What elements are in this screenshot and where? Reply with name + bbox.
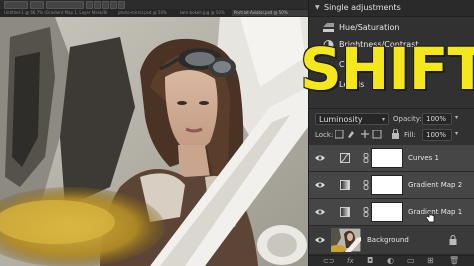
- layer-dropdown[interactable]: [30, 1, 44, 9]
- document-tabs: Untitled-1 @ 66.7% (Gradient Map 1, Laye…: [0, 9, 308, 17]
- layer-name[interactable]: Gradient Map 2: [408, 181, 462, 189]
- layer-row-gradient-map-2[interactable]: Gradient Map 2: [309, 172, 474, 199]
- show-transform-controls-option[interactable]: [46, 1, 84, 9]
- shift-overlay-text: SHIFT: [300, 35, 474, 103]
- new-layer-icon[interactable]: ⊞: [427, 256, 434, 265]
- eye-icon[interactable]: [315, 207, 325, 217]
- lock-transparent-icon[interactable]: [335, 130, 344, 139]
- document-canvas[interactable]: [0, 17, 308, 266]
- hand-cursor-icon: [426, 211, 435, 223]
- document-tab-active[interactable]: Portrait-Aviator.psd @ 50%: [232, 10, 308, 16]
- opacity-label: Opacity:: [393, 115, 422, 123]
- lock-all-icon[interactable]: [391, 129, 400, 139]
- chevron-down-icon: ▾: [381, 116, 385, 123]
- hue-saturation-icon: [323, 23, 334, 32]
- lock-image-icon[interactable]: [348, 131, 354, 138]
- gradient-map-icon: [340, 207, 350, 217]
- link-icon[interactable]: [363, 207, 369, 217]
- layer-name[interactable]: Background: [367, 236, 409, 244]
- link-layers-icon[interactable]: ⊂⊃: [323, 257, 335, 265]
- fill-label: Fill:: [404, 131, 416, 139]
- distribute-button[interactable]: [110, 1, 117, 9]
- lock-position-icon[interactable]: [361, 130, 369, 138]
- distribute-button[interactable]: [118, 1, 125, 9]
- link-icon[interactable]: [363, 180, 369, 190]
- lock-label: Lock:: [315, 131, 334, 139]
- fill-value: 100%: [426, 131, 447, 139]
- background-thumbnail[interactable]: [331, 228, 361, 252]
- opacity-value: 100%: [426, 115, 447, 123]
- document-tab[interactable]: Untitled-1 @ 66.7% (Gradient Map 1, Laye…: [2, 10, 114, 16]
- eye-icon[interactable]: [315, 235, 325, 245]
- link-icon[interactable]: [363, 153, 369, 163]
- layer-name[interactable]: Gradient Map 1: [408, 208, 462, 216]
- layer-mask-thumbnail[interactable]: [371, 202, 403, 222]
- fill-dropdown-icon[interactable]: ▾: [455, 130, 458, 137]
- layers-bottom-bar: ⊂⊃ fx ◘ ◐ ▭ ⊞ 🗑: [309, 255, 474, 266]
- lock-icon: [449, 235, 457, 245]
- layer-mask-thumbnail[interactable]: [371, 148, 403, 168]
- align-button[interactable]: [94, 1, 101, 9]
- options-bar: [0, 0, 308, 9]
- blend-mode-select[interactable]: Luminosity ▾: [315, 113, 389, 125]
- eye-icon[interactable]: [315, 180, 325, 190]
- opacity-field[interactable]: 100%: [422, 113, 452, 125]
- curves-adjustment-icon: [340, 153, 350, 163]
- layer-row-curves-1[interactable]: Curves 1: [309, 145, 474, 172]
- adjustment-label: Hue/Saturation: [339, 23, 400, 32]
- adjustments-header: ▼ Single adjustments: [309, 0, 474, 16]
- opacity-dropdown-icon[interactable]: ▾: [455, 114, 458, 121]
- align-button[interactable]: [86, 1, 93, 9]
- lock-artboard-icon[interactable]: [372, 130, 382, 139]
- gradient-map-icon: [340, 180, 350, 190]
- adjustments-title: Single adjustments: [324, 3, 401, 12]
- document-tab[interactable]: lwm-bokeh.jpg @ 50%: [178, 10, 230, 16]
- fill-field[interactable]: 100%: [422, 129, 452, 141]
- auto-select-option[interactable]: [4, 1, 28, 9]
- eye-icon[interactable]: [315, 153, 325, 163]
- blend-mode-value: Luminosity: [319, 115, 363, 124]
- layer-mask-thumbnail[interactable]: [371, 175, 403, 195]
- add-mask-icon[interactable]: ◘: [367, 256, 373, 265]
- new-group-icon[interactable]: ▭: [407, 256, 415, 265]
- lock-options: [335, 130, 382, 139]
- layer-row-background[interactable]: Background: [309, 226, 474, 255]
- align-button[interactable]: [102, 1, 109, 9]
- document-tab[interactable]: photo-mirror.psd @ 50%: [116, 10, 176, 16]
- layer-row-gradient-map-1[interactable]: Gradient Map 1: [309, 199, 474, 226]
- layer-name[interactable]: Curves 1: [408, 154, 439, 162]
- collapse-arrow-icon[interactable]: ▼: [315, 4, 320, 11]
- delete-layer-icon[interactable]: 🗑: [449, 256, 459, 265]
- new-adjustment-layer-icon[interactable]: ◐: [387, 256, 394, 265]
- canvas-photo: [0, 17, 308, 266]
- layer-style-icon[interactable]: fx: [347, 257, 354, 265]
